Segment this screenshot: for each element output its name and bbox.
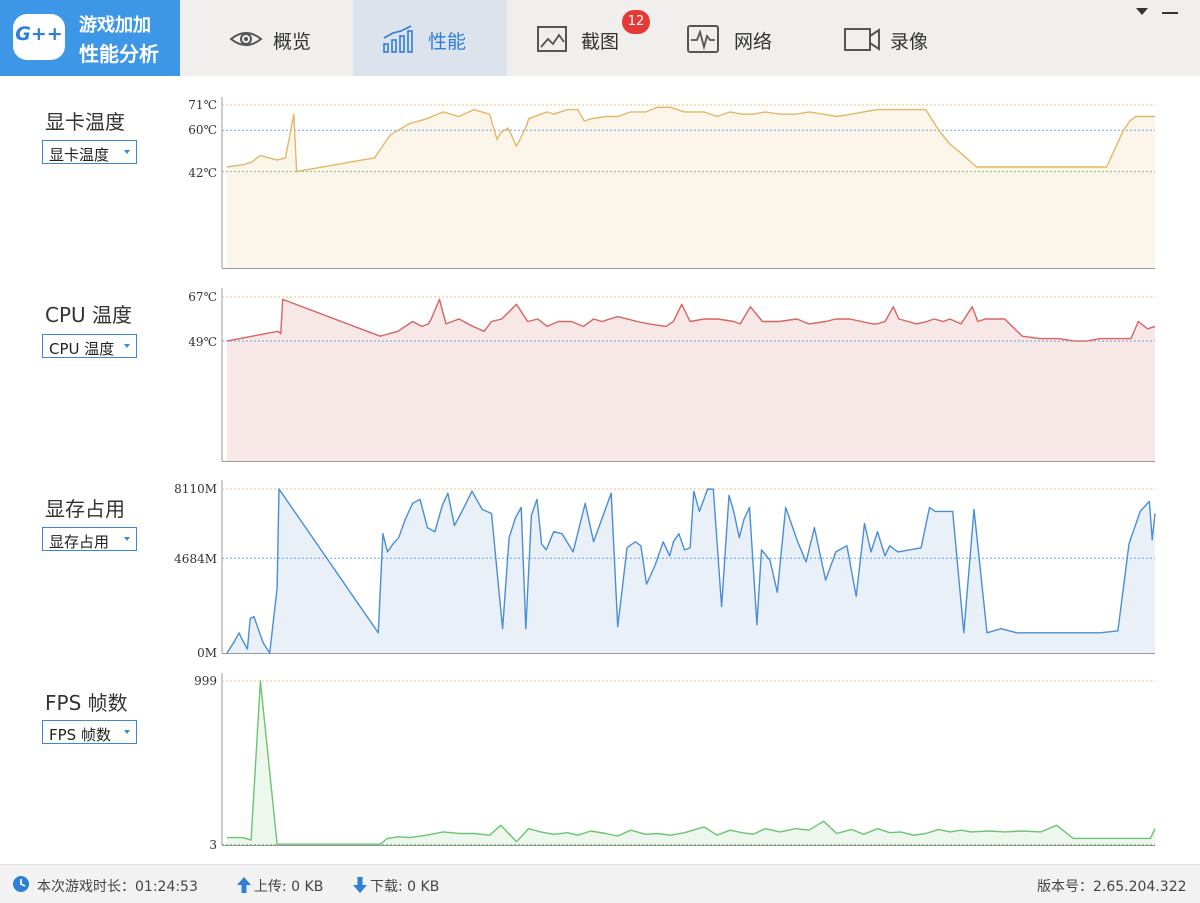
download-amount: 下载: 0 KB [370, 879, 440, 895]
app-logo: G++ 游戏加加 性能分析 [0, 0, 180, 76]
logo-badge: G++ [13, 14, 65, 60]
vram-usage-tick-label: 8110M [174, 482, 217, 496]
clock-icon [13, 876, 29, 892]
gpu-temperature-tick-label: 71℃ [188, 98, 217, 112]
performance-charts: 71℃ 60℃ 42℃ 67℃ 49℃ 8110M 4684M 0M 999 3 [174, 97, 1156, 852]
app-subtitle: 性能分析 [79, 42, 159, 66]
logo-badge-text: G++ [15, 23, 63, 45]
tab-network-label: 网络 [734, 31, 773, 53]
gpu-temperature-tick-label: 42℃ [188, 166, 217, 180]
app-name: 游戏加加 [79, 15, 151, 36]
version-number: 版本号：2.65.204.322 [1037, 879, 1187, 895]
fps-area [227, 681, 1155, 845]
cpu-temperature-tick-label: 67℃ [188, 290, 217, 304]
download-arrow-icon [353, 877, 367, 893]
minimize-button[interactable] [1158, 2, 1182, 24]
tab-overview[interactable]: 概览 [181, 0, 353, 76]
tab-performance-label: 性能 [428, 31, 467, 53]
video-camera-icon [844, 28, 880, 51]
tab-screenshot[interactable]: 截图 [507, 0, 672, 76]
fps-line [227, 680, 1156, 845]
top-toolbar: G++ 游戏加加 性能分析 概览 性能 截图 12 网络 录像 [0, 0, 1200, 76]
cpu-temperature-tick-label: 49℃ [188, 335, 217, 349]
eye-icon [229, 32, 263, 46]
gpu-temperature-area [227, 107, 1155, 268]
screenshot-count-badge: 12 [622, 10, 650, 34]
tab-overview-label: 概览 [273, 31, 312, 53]
vram-usage-area [227, 489, 1155, 653]
fps-tick-label: 3 [209, 838, 217, 852]
upload-amount: 上传: 0 KB [254, 879, 324, 895]
dropdown-icon [1136, 8, 1148, 15]
session-duration: 本次游戏时长：01:24:53 [37, 879, 198, 895]
upload-arrow-icon [237, 877, 251, 893]
tab-performance[interactable]: 性能 [353, 0, 507, 76]
vram-usage-tick-label: 4684M [174, 552, 217, 566]
tab-screenshot-label: 截图 [581, 31, 620, 53]
status-bar: 本次游戏时长：01:24:53 上传: 0 KB 下载: 0 KB 版本号：2.… [0, 864, 1200, 903]
tab-network[interactable]: 网络 [672, 0, 828, 76]
network-pulse-icon [687, 25, 719, 53]
screenshot-image-icon [537, 26, 567, 52]
fps-tick-label: 999 [194, 674, 217, 688]
tab-recording-label: 录像 [890, 31, 929, 53]
dropdown-menu-button[interactable] [1130, 2, 1154, 24]
minimize-icon [1162, 12, 1178, 14]
vram-usage-tick-label: 0M [197, 646, 217, 660]
tab-recording[interactable]: 录像 [828, 0, 988, 76]
cpu-temperature-area [227, 299, 1155, 461]
gpu-temperature-tick-label: 60℃ [188, 123, 217, 137]
performance-chart-icon [383, 25, 413, 53]
